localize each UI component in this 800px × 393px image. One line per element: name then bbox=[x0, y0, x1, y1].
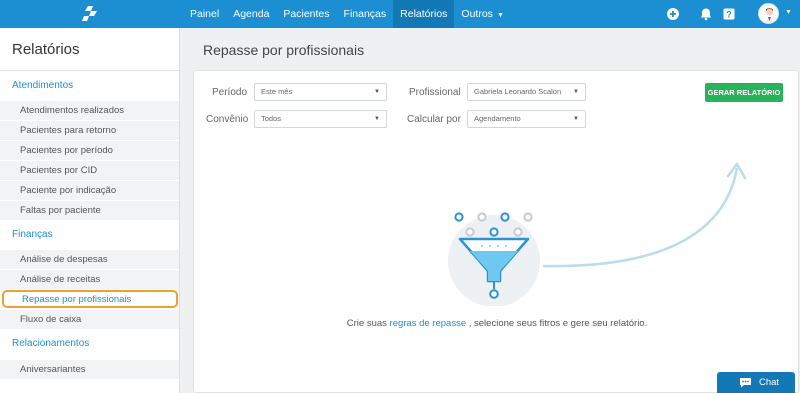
empty-state-message: Crie suas regras de repasse , selecione … bbox=[194, 318, 800, 329]
top-navbar: Painel Agenda Pacientes Finanças Relatór… bbox=[0, 0, 800, 28]
sidebar: Relatórios Atendimentos Atendimentos rea… bbox=[0, 28, 180, 393]
profissional-value: Gabriela Leonardo Scalon bbox=[474, 87, 562, 96]
sidebar-item-aniversariantes[interactable]: Aniversariantes bbox=[0, 359, 179, 379]
caret-down-icon: ▼ bbox=[573, 89, 579, 95]
caret-down-icon: ▼ bbox=[573, 116, 579, 122]
sidebar-item-faltas-por-paciente[interactable]: Faltas por paciente bbox=[0, 200, 179, 220]
page-title: Repasse por profissionais bbox=[203, 42, 365, 58]
profissional-select[interactable]: Gabriela Leonardo Scalon ▼ bbox=[467, 83, 586, 101]
sidebar-item-pacientes-por-periodo[interactable]: Pacientes por período bbox=[0, 140, 179, 160]
calcular-por-select[interactable]: Agendamento ▼ bbox=[467, 110, 586, 128]
calcular-por-label: Calcular por bbox=[407, 114, 461, 125]
chevron-down-icon: ▼ bbox=[496, 12, 504, 19]
divider bbox=[0, 70, 179, 71]
sidebar-item-analise-de-receitas[interactable]: Análise de receitas bbox=[0, 269, 179, 289]
nav-pacientes[interactable]: Pacientes bbox=[276, 0, 336, 28]
nav-financas[interactable]: Finanças bbox=[337, 0, 394, 28]
main-nav: Painel Agenda Pacientes Finanças Relatór… bbox=[183, 0, 511, 28]
nav-outros-label: Outros bbox=[461, 8, 493, 20]
chat-bubble-icon bbox=[740, 378, 751, 388]
sidebar-item-pacientes-para-retorno[interactable]: Pacientes para retorno bbox=[0, 120, 179, 140]
sidebar-item-atendimentos-realizados[interactable]: Atendimentos realizados bbox=[0, 100, 179, 120]
convenio-select[interactable]: Todos ▼ bbox=[254, 110, 387, 128]
curved-arrow-icon bbox=[542, 162, 747, 268]
profissional-label: Profissional bbox=[409, 87, 461, 98]
convenio-label: Convênio bbox=[206, 114, 249, 125]
sidebar-item-pacientes-por-cid[interactable]: Pacientes por CID bbox=[0, 160, 179, 180]
avatar-chevron-icon[interactable]: ▼ bbox=[785, 9, 792, 16]
periodo-value: Este mês bbox=[261, 87, 293, 96]
chat-label: Chat bbox=[759, 377, 780, 388]
logo-icon[interactable] bbox=[81, 5, 99, 23]
caret-down-icon: ▼ bbox=[374, 89, 380, 95]
convenio-value: Todos bbox=[261, 114, 282, 123]
nav-painel[interactable]: Painel bbox=[183, 0, 226, 28]
section-relacionamentos: Relacionamentos bbox=[12, 338, 90, 349]
periodo-select[interactable]: Este mês ▼ bbox=[254, 83, 387, 101]
sidebar-item-repasse-por-profissionais[interactable]: Repasse por profissionais bbox=[2, 290, 178, 308]
sidebar-item-analise-de-despesas[interactable]: Análise de despesas bbox=[0, 249, 179, 269]
calcular-por-value: Agendamento bbox=[474, 114, 521, 123]
user-avatar-icon bbox=[762, 8, 777, 23]
empty-state-text-after: , selecione seus fitros e gere seu relat… bbox=[468, 318, 648, 329]
chat-button[interactable]: Chat bbox=[717, 372, 795, 393]
sidebar-item-paciente-por-indicacao[interactable]: Paciente por indicação bbox=[0, 180, 179, 200]
empty-state-text-before: Crie suas bbox=[346, 318, 387, 329]
bell-icon[interactable] bbox=[699, 7, 713, 21]
avatar[interactable] bbox=[758, 3, 779, 24]
sidebar-title: Relatórios bbox=[12, 41, 80, 58]
sidebar-item-fluxo-de-caixa[interactable]: Fluxo de caixa bbox=[0, 309, 179, 329]
nav-agenda[interactable]: Agenda bbox=[226, 0, 276, 28]
section-financas: Finanças bbox=[12, 229, 53, 240]
nav-outros[interactable]: Outros ▼ bbox=[454, 0, 510, 28]
gerar-relatorio-button[interactable]: GERAR RELATÓRIO bbox=[705, 83, 783, 102]
svg-text:?: ? bbox=[726, 10, 732, 20]
funnel-illustration-icon bbox=[448, 212, 540, 306]
periodo-label: Período bbox=[212, 87, 248, 98]
regras-de-repasse-link[interactable]: regras de repasse bbox=[390, 318, 467, 329]
help-icon[interactable]: ? bbox=[722, 7, 736, 21]
report-card: Período Este mês ▼ Profissional Gabriela … bbox=[193, 70, 799, 393]
nav-relatorios[interactable]: Relatórios bbox=[393, 0, 455, 28]
plus-circle-icon[interactable] bbox=[666, 7, 680, 21]
caret-down-icon: ▼ bbox=[374, 116, 380, 122]
section-atendimentos: Atendimentos bbox=[12, 80, 74, 91]
